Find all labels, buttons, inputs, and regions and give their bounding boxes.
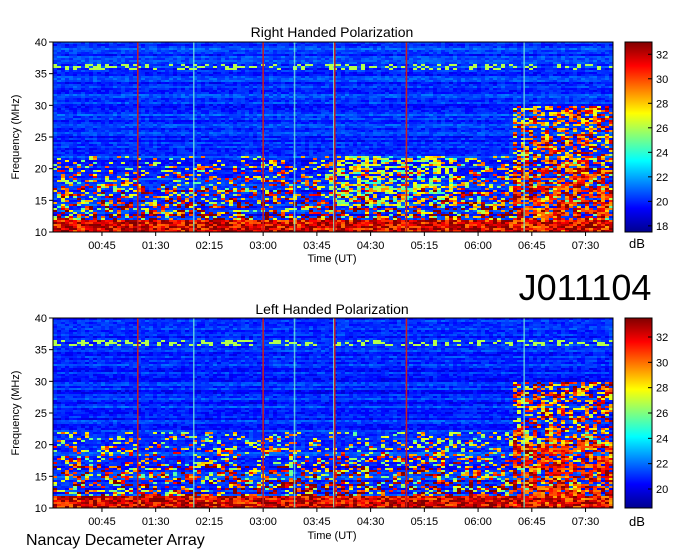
- spectrogram-heatmap: [53, 42, 613, 232]
- spectrogram-figure: Right Handed Polarization 10152025303540…: [0, 0, 680, 552]
- right-polarization-panel: Right Handed Polarization 10152025303540…: [10, 24, 668, 265]
- panel-title: Right Handed Polarization: [251, 24, 414, 40]
